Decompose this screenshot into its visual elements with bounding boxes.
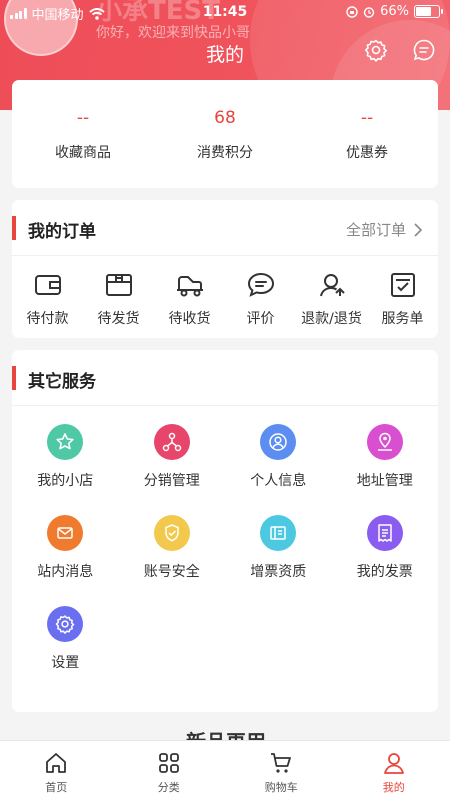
stat-value: -- [76, 108, 90, 128]
stat-points[interactable]: 68 消费积分 [154, 80, 296, 188]
stat-value: -- [360, 108, 374, 128]
order-refund[interactable]: 退款/退货 [296, 268, 367, 328]
order-pending-receipt[interactable]: 待收货 [154, 268, 225, 328]
service-label: 分销管理 [143, 473, 200, 489]
orders-card: 我的订单 全部订单 待付款 待发货 待收货 评价 退款/退货 服务单 [12, 200, 438, 338]
tab-home[interactable]: 首页 [0, 741, 113, 800]
service-messages[interactable]: 站内消息 [12, 515, 119, 606]
order-label: 待发货 [97, 311, 140, 327]
orientation-lock-icon [346, 5, 358, 18]
tab-label: 购物车 [264, 781, 298, 794]
invoice-icon [378, 524, 392, 542]
service-label: 个人信息 [250, 473, 307, 489]
service-my-invoices[interactable]: 我的发票 [332, 515, 439, 606]
box-icon [105, 274, 132, 296]
wallet-icon [34, 275, 61, 295]
tab-cart[interactable]: 购物车 [225, 741, 338, 800]
service-label: 我的发票 [356, 564, 413, 580]
service-label: 增票资质 [250, 564, 307, 580]
user-icon [383, 753, 404, 774]
order-label: 待收货 [168, 311, 211, 327]
order-service[interactable]: 服务单 [367, 268, 438, 328]
stat-coupons[interactable]: -- 优惠券 [296, 80, 438, 188]
service-label: 账号安全 [143, 564, 200, 580]
service-icon-bg [260, 515, 297, 551]
ticket-icon [270, 526, 286, 540]
tab-label: 分类 [157, 781, 180, 794]
tab-category[interactable]: 分类 [113, 741, 226, 800]
all-orders-label: 全部订单 [345, 221, 406, 239]
section-title: 我的订单 [28, 222, 96, 242]
battery-percent: 66% [380, 4, 409, 19]
category-icon [158, 753, 179, 773]
network-icon [162, 432, 181, 452]
bottom-tab-bar: 首页 分类 购物车 我的 [0, 740, 450, 800]
service-icon-bg [260, 424, 297, 460]
service-icon-bg [153, 424, 190, 460]
order-review[interactable]: 评价 [225, 268, 296, 328]
stat-label: 收藏商品 [55, 145, 111, 161]
service-label: 设置 [51, 655, 80, 671]
chat-icon [413, 39, 435, 61]
gear-icon [365, 39, 387, 62]
message-button[interactable] [410, 36, 438, 64]
stat-label: 优惠券 [346, 145, 388, 161]
order-label: 服务单 [381, 311, 424, 327]
section-accent-bar [12, 216, 16, 240]
service-icon-bg [47, 424, 84, 460]
shield-icon [165, 524, 179, 542]
service-distribution[interactable]: 分销管理 [119, 424, 226, 515]
mail-icon [57, 527, 73, 539]
status-bar: 中国移动 11:45 66% [0, 0, 450, 26]
order-pending-payment[interactable]: 待付款 [12, 268, 83, 328]
order-label: 退款/退货 [301, 311, 362, 327]
service-label: 我的小店 [37, 473, 94, 489]
truck-icon [176, 276, 203, 297]
cart-icon [271, 753, 292, 773]
tab-label: 我的 [382, 781, 405, 794]
service-account-security[interactable]: 账号安全 [119, 515, 226, 606]
gear-icon [56, 615, 75, 634]
section-title: 其它服务 [28, 372, 96, 392]
section-accent-bar [12, 366, 16, 390]
battery-icon [414, 5, 443, 18]
settings-button[interactable] [362, 36, 390, 64]
order-label: 待付款 [26, 311, 69, 327]
home-icon [46, 753, 67, 773]
stat-favorites[interactable]: -- 收藏商品 [12, 80, 154, 188]
service-form-icon [390, 273, 415, 297]
all-orders-link[interactable]: 全部订单 [346, 219, 422, 240]
alarm-icon [363, 6, 375, 18]
service-icon-bg [47, 515, 84, 551]
location-icon [377, 432, 392, 451]
person-icon [269, 433, 287, 451]
stat-label: 消费积分 [197, 145, 253, 161]
service-personal-info[interactable]: 个人信息 [225, 424, 332, 515]
stat-value: 68 [214, 108, 236, 128]
order-pending-shipment[interactable]: 待发货 [83, 268, 154, 328]
comment-icon [247, 272, 274, 297]
services-header: 其它服务 [12, 350, 438, 406]
tab-label: 首页 [45, 781, 68, 794]
services-card: 其它服务 我的小店 分销管理 个人信息 地址管理 站内消息 账号安全 增票资质 … [12, 350, 438, 712]
chevron-right-icon [414, 222, 422, 237]
star-icon [56, 433, 74, 450]
order-label: 评价 [246, 311, 275, 327]
service-icon-bg [366, 515, 403, 551]
stats-card: -- 收藏商品 68 消费积分 -- 优惠券 [12, 80, 438, 188]
service-label: 地址管理 [356, 473, 413, 489]
tab-mine[interactable]: 我的 [338, 741, 450, 800]
service-settings[interactable]: 设置 [12, 606, 119, 697]
service-my-shop[interactable]: 我的小店 [12, 424, 119, 515]
refund-icon [319, 274, 345, 297]
service-address[interactable]: 地址管理 [332, 424, 439, 515]
service-icon-bg [47, 606, 84, 642]
service-invoice-qualification[interactable]: 增票资质 [225, 515, 332, 606]
orders-header: 我的订单 全部订单 [12, 200, 438, 256]
service-icon-bg [366, 424, 403, 460]
service-label: 站内消息 [37, 564, 94, 580]
service-icon-bg [153, 515, 190, 551]
